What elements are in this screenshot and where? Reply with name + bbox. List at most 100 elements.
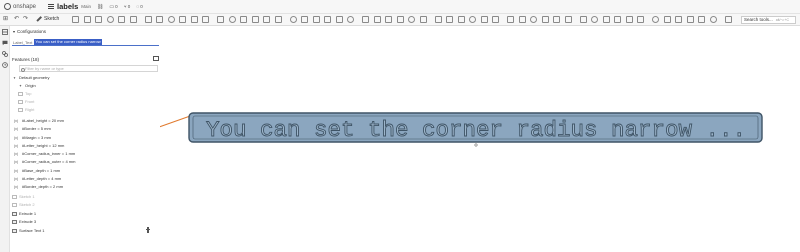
graphics-canvas[interactable]: You can set the corner radius narrow ... — [79, 26, 800, 252]
flatten-tool-icon[interactable] — [625, 16, 633, 23]
plane-tool-icon[interactable] — [362, 16, 369, 23]
corner-tool-icon[interactable] — [564, 16, 572, 23]
shell-tool-icon[interactable] — [190, 16, 198, 23]
revolve-tool-icon[interactable] — [83, 16, 91, 23]
appearance-icon[interactable] — [2, 51, 8, 57]
feature-tree-item[interactable]: (x) #Letter_depth = 4 mm — [12, 175, 159, 182]
topbar-icon[interactable]: ⛓ — [97, 4, 103, 10]
chamfer-tool-icon[interactable] — [156, 16, 163, 23]
rollback-bar[interactable] — [146, 227, 150, 233]
branches-button[interactable]: ⑂ 0 — [124, 4, 131, 10]
surface-tool-icon[interactable] — [419, 16, 427, 23]
extrude-tool-icon[interactable] — [72, 16, 79, 23]
viewport[interactable]: You can set the corner radius narrow ... — [79, 26, 800, 252]
feature-tree-item[interactable]: Surface Text 1 — [12, 227, 159, 234]
comments-button[interactable]: ◌ 0 — [136, 4, 143, 10]
curve-pattern-tool-icon[interactable] — [240, 16, 247, 23]
trim-frame-tool-icon[interactable] — [652, 16, 659, 23]
feature-tree-item[interactable]: Top — [12, 90, 159, 97]
transform-tool-icon[interactable] — [274, 16, 282, 23]
feature-tree-item[interactable]: (x) #Margin = 3 mm — [12, 134, 159, 141]
sketch-text-tool-icon[interactable] — [396, 16, 404, 23]
render-tool-icon[interactable] — [709, 16, 717, 23]
sheet-metal-tool-icon[interactable] — [530, 16, 537, 23]
replace-face-tool-icon[interactable] — [335, 16, 343, 23]
search-tools-input[interactable]: Search tools... alt/⌥+C — [741, 15, 796, 24]
redo-icon[interactable]: ↷ — [23, 15, 28, 22]
split-tool-icon[interactable] — [263, 16, 270, 23]
sweep-tool-icon[interactable] — [95, 16, 102, 23]
rib-tool-icon[interactable] — [179, 16, 186, 23]
feature-tree-item[interactable]: Sketch 2 — [12, 201, 159, 208]
menu-icon[interactable] — [48, 4, 55, 9]
composite-tool-icon[interactable] — [518, 16, 526, 23]
feature-tree-item[interactable]: (x) #Corner_radius_outer = 4 mm — [12, 158, 159, 165]
fillet-tool-icon[interactable] — [144, 16, 152, 23]
feature-tree-item[interactable]: Extrude 1 — [12, 210, 159, 217]
feature-tree-item-label: #Margin = 3 mm — [22, 135, 52, 140]
boolean-tool-icon[interactable] — [251, 16, 259, 23]
appearance-tool-icon[interactable] — [724, 16, 732, 23]
unfold-tool-icon[interactable] — [602, 16, 610, 23]
boundary-tool-icon[interactable] — [446, 16, 453, 23]
folder-icon[interactable] — [153, 56, 159, 61]
versions-button[interactable]: ▭ 0 — [109, 4, 117, 10]
branch-label[interactable]: Main — [81, 4, 91, 9]
configurations-icon[interactable] — [2, 29, 8, 35]
feature-tree-item[interactable]: ▾ Default geometry — [12, 74, 159, 81]
undo-icon[interactable]: ↶ — [14, 15, 19, 22]
thicken-tool-icon[interactable] — [118, 16, 125, 23]
feature-tree-item[interactable]: (x) #Label_height = 20 mm — [12, 117, 159, 124]
circular-pattern-tool-icon[interactable] — [228, 16, 236, 23]
project-tool-icon[interactable] — [507, 16, 514, 23]
feature-tree-item[interactable]: Right — [12, 106, 159, 113]
enclose-tool-icon[interactable] — [129, 16, 137, 23]
section-tool-icon[interactable] — [698, 16, 705, 23]
feature-tree-item[interactable]: Front — [12, 98, 159, 105]
ruled-tool-icon[interactable] — [434, 16, 442, 23]
finish-tool-icon[interactable] — [614, 16, 621, 23]
gusset-tool-icon[interactable] — [675, 16, 682, 23]
feature-tree-item[interactable]: ✦ Origin — [12, 82, 159, 89]
form-tool-icon[interactable] — [591, 16, 598, 23]
feature-tree-item[interactable]: (x) #Border = 5 mm — [12, 125, 159, 132]
mate-connector-tool-icon[interactable] — [385, 16, 392, 23]
hole-tool-icon[interactable] — [202, 16, 209, 23]
helix-tool-icon[interactable] — [373, 16, 381, 23]
bend-tool-icon[interactable] — [579, 16, 587, 23]
mirror-tool-icon[interactable] — [289, 16, 297, 23]
feature-tree-item[interactable]: Sketch 1 — [12, 193, 159, 200]
frame-tool-icon[interactable] — [637, 16, 644, 23]
configuration-input-row[interactable]: Label_Text You can set the corner radius… — [12, 39, 159, 46]
feature-tree-item[interactable]: Extrude 3 — [12, 218, 159, 225]
feature-tree-item[interactable]: (x) #Corner_radius_inner = 1 mm — [12, 150, 159, 157]
flange-tool-icon[interactable] — [541, 16, 549, 23]
delete-tool-icon[interactable] — [301, 16, 308, 23]
label-text-input[interactable]: You can set the corner radius narrow — [34, 39, 102, 45]
draft-tool-icon[interactable] — [167, 16, 175, 23]
configurations-title[interactable]: Configurations — [13, 29, 46, 34]
modify-fillet-tool-icon[interactable] — [312, 16, 320, 23]
trim-tool-icon[interactable] — [480, 16, 488, 23]
extend-tool-icon[interactable] — [469, 16, 476, 23]
document-title[interactable]: labels — [57, 2, 78, 11]
measure-tool-icon[interactable] — [686, 16, 694, 23]
cutlist-tool-icon[interactable] — [663, 16, 671, 23]
linear-pattern-tool-icon[interactable] — [217, 16, 224, 23]
feature-filter-input[interactable]: Filter by name or type — [19, 65, 158, 72]
history-icon[interactable] — [2, 62, 8, 68]
fill-tool-icon[interactable] — [457, 16, 465, 23]
sketch-button[interactable]: Sketch — [36, 16, 59, 22]
move-face-tool-icon[interactable] — [324, 16, 331, 23]
offset-tool-icon[interactable] — [347, 16, 354, 23]
onshape-logo[interactable]: onshape — [4, 3, 36, 10]
feature-tree-item[interactable]: (x) #Base_depth = 1 mm — [12, 167, 159, 174]
tab-tool-icon[interactable] — [553, 16, 560, 23]
intersect-tool-icon[interactable] — [492, 16, 499, 23]
feature-tree-item[interactable]: (x) #Letter_height = 12 mm — [12, 142, 159, 149]
toolbar-config-icon[interactable]: ⊞ — [3, 15, 8, 22]
loft-tool-icon[interactable] — [106, 16, 114, 23]
feature-tree-item[interactable]: (x) #Border_depth = 2 mm — [12, 183, 159, 190]
comment-icon[interactable] — [2, 40, 8, 46]
variable-tool-icon[interactable] — [408, 16, 415, 23]
